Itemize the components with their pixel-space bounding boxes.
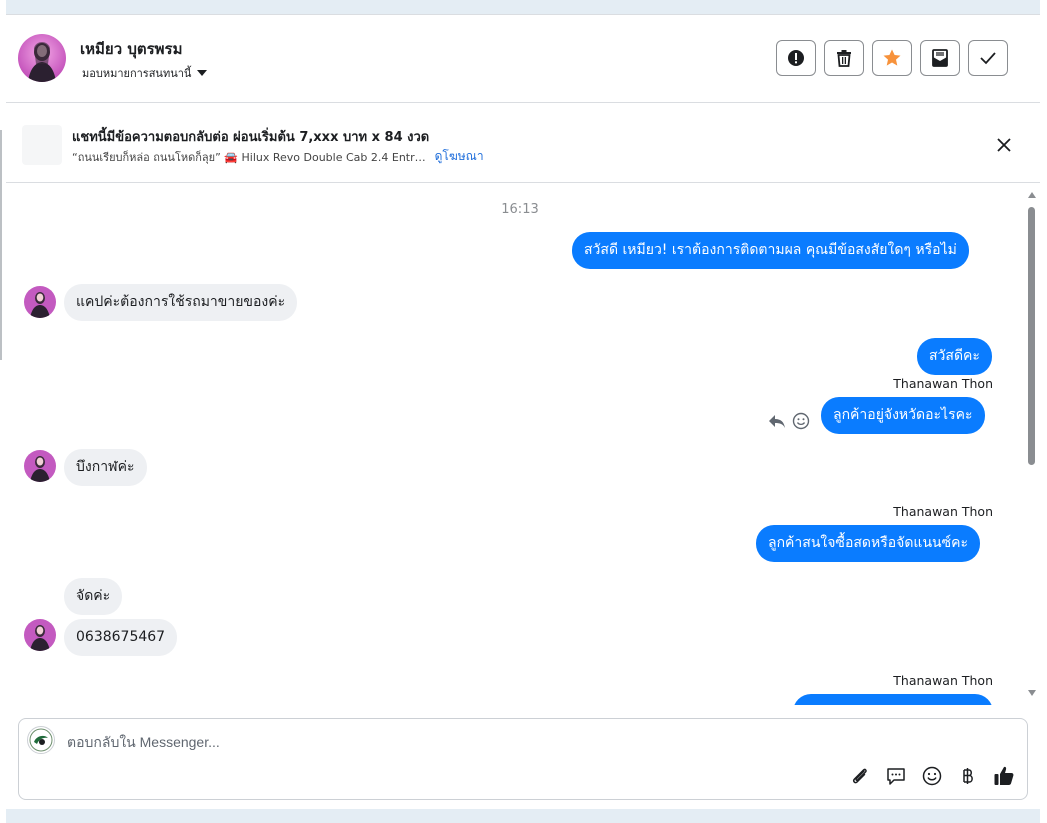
right-edge [1040, 0, 1047, 823]
ad-subtitle-row: “ถนนเรียบก็หล่อ ถนนโหดก็ลุย” 🚘 Hilux Rev… [72, 147, 484, 166]
message-thread[interactable]: 16:13 สวัสดี เหมียว! เราต้องการติดตามผล … [6, 184, 1040, 705]
reply-input[interactable] [67, 731, 967, 753]
left-scroll-tick [0, 130, 2, 360]
incoming-message[interactable]: บึงกาฬค่ะ [64, 449, 147, 486]
contact-name: เหมียว บุตรพรม [80, 40, 183, 58]
view-ad-link[interactable]: ดูโฆษณา [435, 147, 484, 166]
saved-replies-button[interactable] [885, 765, 907, 787]
contact-avatar-small [24, 286, 56, 318]
mark-unread-button[interactable] [920, 40, 960, 76]
thread-scrollbar[interactable] [1027, 190, 1037, 712]
close-icon [997, 138, 1011, 152]
message-timestamp: 16:13 [501, 202, 539, 217]
spam-icon [788, 50, 804, 66]
sender-name: Thanawan Thon [893, 504, 993, 519]
incoming-message[interactable]: จัดค่ะ [64, 578, 123, 615]
outgoing-message[interactable]: ลูกค้าสนใจซื้อสดหรือจัดแนนซ์คะ [756, 525, 980, 562]
mark-unread-icon [932, 49, 948, 67]
like-button[interactable] [993, 765, 1015, 787]
scroll-up-icon[interactable] [1028, 192, 1036, 198]
composer-tools [849, 765, 1015, 787]
emoji-button[interactable] [921, 765, 943, 787]
emoji-icon [922, 766, 942, 786]
incoming-message[interactable]: แคปค่ะต้องการใช้รถมาขายของค่ะ [64, 284, 298, 321]
ad-context-banner: แชทนี้มีข้อความตอบกลับต่อ ผ่อนเริ่มต้น 7… [6, 103, 1040, 183]
ad-subtitle: “ถนนเรียบก็หล่อ ถนนโหดก็ลุย” 🚘 Hilux Rev… [72, 150, 426, 164]
sender-name: Thanawan Thon [893, 673, 993, 688]
incoming-message[interactable]: 0638675467 [64, 619, 178, 656]
mark-done-button[interactable] [968, 40, 1008, 76]
trash-icon [837, 50, 851, 67]
star-button[interactable] [872, 40, 912, 76]
close-banner-button[interactable] [992, 133, 1016, 157]
assign-conversation-dropdown[interactable]: มอบหมายการสนทนานี้ [82, 64, 208, 82]
scroll-down-icon[interactable] [1028, 690, 1036, 696]
star-icon [883, 49, 901, 66]
reply-composer [18, 718, 1028, 800]
contact-avatar-small [24, 450, 56, 482]
attach-icon [853, 768, 867, 784]
conversation-header: เหมียว บุตรพรม มอบหมายการสนทนานี้ [6, 15, 1040, 103]
done-icon [980, 52, 996, 65]
scrollbar-thumb[interactable] [1028, 207, 1035, 465]
outgoing-message[interactable]: ลูกค้าอยู่จังหวัดอะไรคะ [821, 397, 985, 434]
like-icon [994, 766, 1014, 785]
ad-thumbnail [22, 125, 62, 165]
outgoing-message[interactable]: สวัสดีคะ [917, 338, 992, 375]
reply-icon[interactable] [768, 413, 786, 429]
baht-icon [963, 768, 973, 784]
message-hover-actions [768, 412, 810, 430]
contact-avatar[interactable] [18, 34, 66, 82]
header-actions [776, 40, 1008, 76]
delete-button[interactable] [824, 40, 864, 76]
react-emoji-icon[interactable] [792, 412, 810, 430]
payment-button[interactable] [957, 765, 979, 787]
conversation-panel: เหมียว บุตรพรม มอบหมายการสนทนานี้ แชทนี้… [6, 14, 1040, 809]
outgoing-message-partial[interactable] [793, 694, 993, 705]
chevron-down-icon [197, 70, 208, 76]
mark-spam-button[interactable] [776, 40, 816, 76]
ad-title: แชทนี้มีข้อความตอบกลับต่อ ผ่อนเริ่มต้น 7… [72, 130, 430, 145]
attach-button[interactable] [849, 765, 871, 787]
saved-reply-icon [887, 768, 905, 785]
outgoing-message[interactable]: สวัสดี เหมียว! เราต้องการติดตามผล คุณมีข… [572, 232, 969, 269]
page-avatar [27, 726, 55, 754]
sender-name: Thanawan Thon [893, 376, 993, 391]
assign-label: มอบหมายการสนทนานี้ [82, 67, 192, 80]
contact-avatar-small [24, 619, 56, 651]
